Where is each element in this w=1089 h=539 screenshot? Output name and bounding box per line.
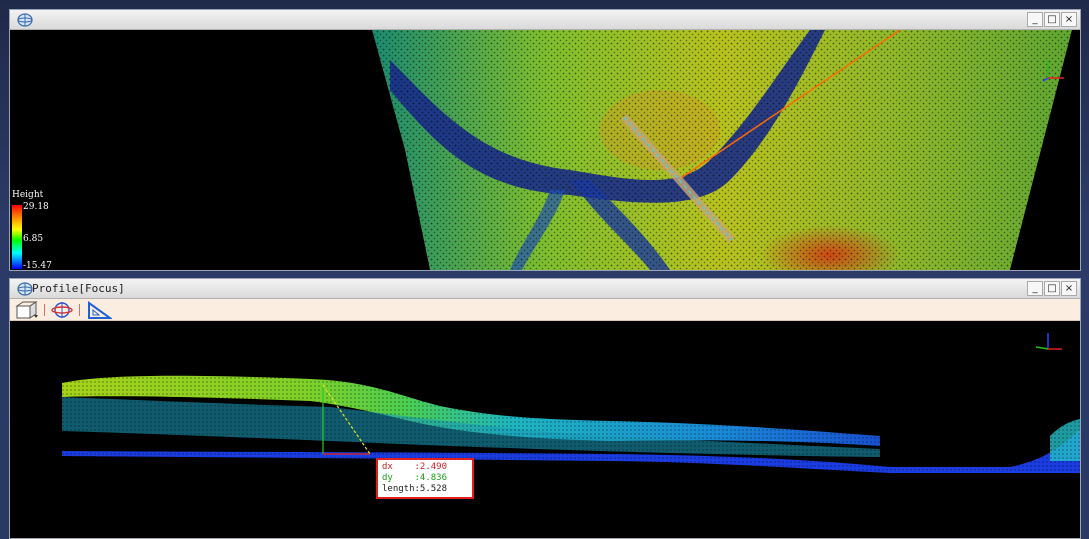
toolbar-separator <box>44 304 45 316</box>
profile-toolbar <box>10 299 1080 321</box>
measurement-readout: dx :2.490 dy :4.836 length:5.528 <box>376 458 474 499</box>
legend-min-value: -15.47 <box>23 261 52 270</box>
top-viewer-window: _ □ × Height 29.18 6.85 -15.47 <box>9 9 1081 271</box>
top-minimize-button[interactable]: _ <box>1027 12 1043 27</box>
legend-title: Height <box>12 190 44 200</box>
measure-length: length:5.528 <box>382 484 448 494</box>
top-3d-viewport[interactable]: Height 29.18 6.85 -15.47 <box>10 30 1080 270</box>
profile-maximize-button[interactable]: □ <box>1044 281 1060 296</box>
top-window-titlebar[interactable]: _ □ × <box>10 10 1080 30</box>
profile-point-cloud[interactable] <box>10 321 1080 538</box>
axis-gizmo-profile <box>1035 333 1062 350</box>
profile-window: Profile[Focus] _ □ × dx:2.490 dy:4.836… <box>9 278 1081 539</box>
point-cloud-top-view[interactable] <box>10 30 1080 270</box>
profile-window-title: Profile[Focus] <box>32 282 125 295</box>
profile-viewport[interactable]: dx :2.490 dy :4.836 length:5.528 <box>10 321 1080 538</box>
ruler-triangle-icon[interactable] <box>86 301 112 319</box>
profile-window-titlebar[interactable]: Profile[Focus] _ □ × <box>10 279 1080 299</box>
measure-dx: dx :2.490 <box>382 462 448 472</box>
left-edge-mask <box>10 30 430 270</box>
profile-close-button[interactable]: × <box>1061 281 1077 296</box>
orbit-icon[interactable] <box>50 301 74 319</box>
height-legend-colorbar <box>12 205 22 269</box>
toolbar-separator <box>79 304 80 316</box>
cube-view-icon[interactable] <box>14 301 40 319</box>
measure-dy: dy :4.836 <box>382 473 448 483</box>
legend-max-value: 29.18 <box>23 202 49 212</box>
globe-icon <box>17 13 33 27</box>
legend-mid-value: 6.85 <box>23 234 44 244</box>
profile-minimize-button[interactable]: _ <box>1027 281 1043 296</box>
top-close-button[interactable]: × <box>1061 12 1077 27</box>
profile-texture <box>60 366 1080 476</box>
top-maximize-button[interactable]: □ <box>1044 12 1060 27</box>
